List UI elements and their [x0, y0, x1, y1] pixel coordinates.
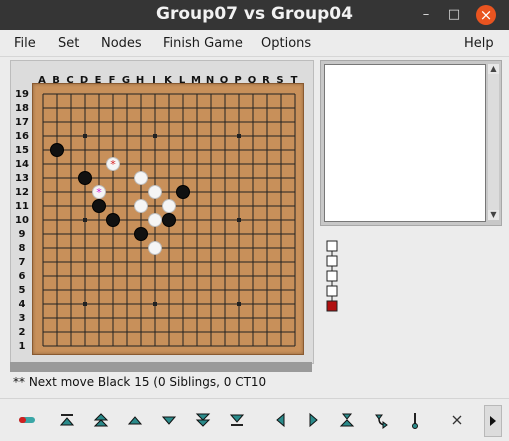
battery-icon[interactable]: [16, 409, 38, 431]
navigation-toolbar: [0, 398, 509, 441]
black-stone: [50, 143, 64, 157]
white-stone: [148, 241, 162, 255]
star-point: [237, 134, 241, 138]
menu-set[interactable]: Set: [58, 36, 79, 51]
comment-panel: ▲ ▼: [320, 60, 502, 226]
row-label: 9: [19, 229, 26, 240]
row-label: 3: [19, 313, 26, 324]
prev-variation-icon[interactable]: [270, 409, 292, 431]
black-stone: [78, 171, 92, 185]
main-branch-icon[interactable]: [336, 409, 358, 431]
row-label: 4: [19, 299, 26, 310]
game-tree-panel: [320, 228, 500, 368]
white-stone: [148, 185, 162, 199]
row-label: 13: [15, 173, 29, 184]
menu-bar: File Set Nodes Finish Game Options Help: [0, 30, 509, 57]
star-point: [153, 134, 157, 138]
star-point: [83, 302, 87, 306]
maximize-button[interactable]: □: [444, 5, 464, 25]
scroll-down-icon[interactable]: ▼: [488, 210, 499, 220]
close-x-icon[interactable]: [446, 409, 468, 431]
white-stone: [134, 171, 148, 185]
tree-node[interactable]: [326, 255, 338, 267]
row-label: 11: [15, 201, 29, 212]
row-label: 2: [19, 327, 26, 338]
row-label: 12: [15, 187, 29, 198]
forward-10-icon[interactable]: [192, 409, 214, 431]
menu-file[interactable]: File: [14, 36, 36, 51]
tree-node[interactable]: [326, 285, 338, 297]
black-stone: [176, 185, 190, 199]
star-point: [153, 302, 157, 306]
minimize-button[interactable]: –: [416, 5, 436, 25]
star-point: [83, 134, 87, 138]
status-line: ** Next move Black 15 (0 Siblings, 0 CT1…: [13, 375, 267, 389]
menu-help[interactable]: Help: [464, 36, 494, 51]
row-label: 17: [15, 117, 29, 128]
row-label: 6: [19, 271, 26, 282]
move-marker-icon: *: [96, 186, 102, 199]
goto-start-icon[interactable]: [56, 409, 78, 431]
white-stone: [162, 199, 176, 213]
goto-end-icon[interactable]: [226, 409, 248, 431]
comment-scrollbar[interactable]: ▲ ▼: [488, 64, 499, 220]
row-label: 19: [15, 89, 29, 100]
menu-options[interactable]: Options: [261, 36, 311, 51]
star-point: [237, 218, 241, 222]
row-label: 8: [19, 243, 26, 254]
board-horizontal-scrollbar[interactable]: [10, 362, 312, 372]
move-marker-icon: *: [110, 158, 116, 171]
black-stone: [92, 199, 106, 213]
row-label: 16: [15, 131, 29, 142]
row-label: 15: [15, 145, 29, 156]
black-stone: [162, 213, 176, 227]
tree-node[interactable]: [326, 270, 338, 282]
star-point: [83, 218, 87, 222]
row-label: 14: [15, 159, 29, 170]
mark-icon[interactable]: [404, 409, 426, 431]
row-label: 18: [15, 103, 29, 114]
black-stone: [106, 213, 120, 227]
current-node[interactable]: [326, 300, 338, 312]
star-point: [237, 302, 241, 306]
forward-icon[interactable]: [158, 409, 180, 431]
branch-start-icon[interactable]: [370, 409, 392, 431]
game-tree[interactable]: [320, 228, 500, 368]
back-10-icon[interactable]: [90, 409, 112, 431]
scroll-up-icon[interactable]: ▲: [488, 64, 499, 74]
row-label: 5: [19, 285, 26, 296]
scroll-right-icon[interactable]: [484, 405, 502, 437]
back-icon[interactable]: [124, 409, 146, 431]
white-stone: [148, 213, 162, 227]
board-grid[interactable]: **: [33, 84, 303, 354]
row-label: 1: [19, 341, 26, 352]
close-button[interactable]: ×: [476, 5, 496, 25]
white-stone: [134, 199, 148, 213]
menu-nodes[interactable]: Nodes: [101, 36, 142, 51]
go-board[interactable]: * *: [32, 83, 304, 355]
title-bar: Group07 vs Group04 – □ ×: [0, 0, 509, 30]
tree-node[interactable]: [326, 240, 338, 252]
next-variation-icon[interactable]: [302, 409, 324, 431]
row-label: 10: [15, 215, 29, 226]
menu-finish-game[interactable]: Finish Game: [163, 36, 243, 51]
row-label: 7: [19, 257, 26, 268]
black-stone: [134, 227, 148, 241]
comment-text-area[interactable]: [324, 64, 486, 222]
